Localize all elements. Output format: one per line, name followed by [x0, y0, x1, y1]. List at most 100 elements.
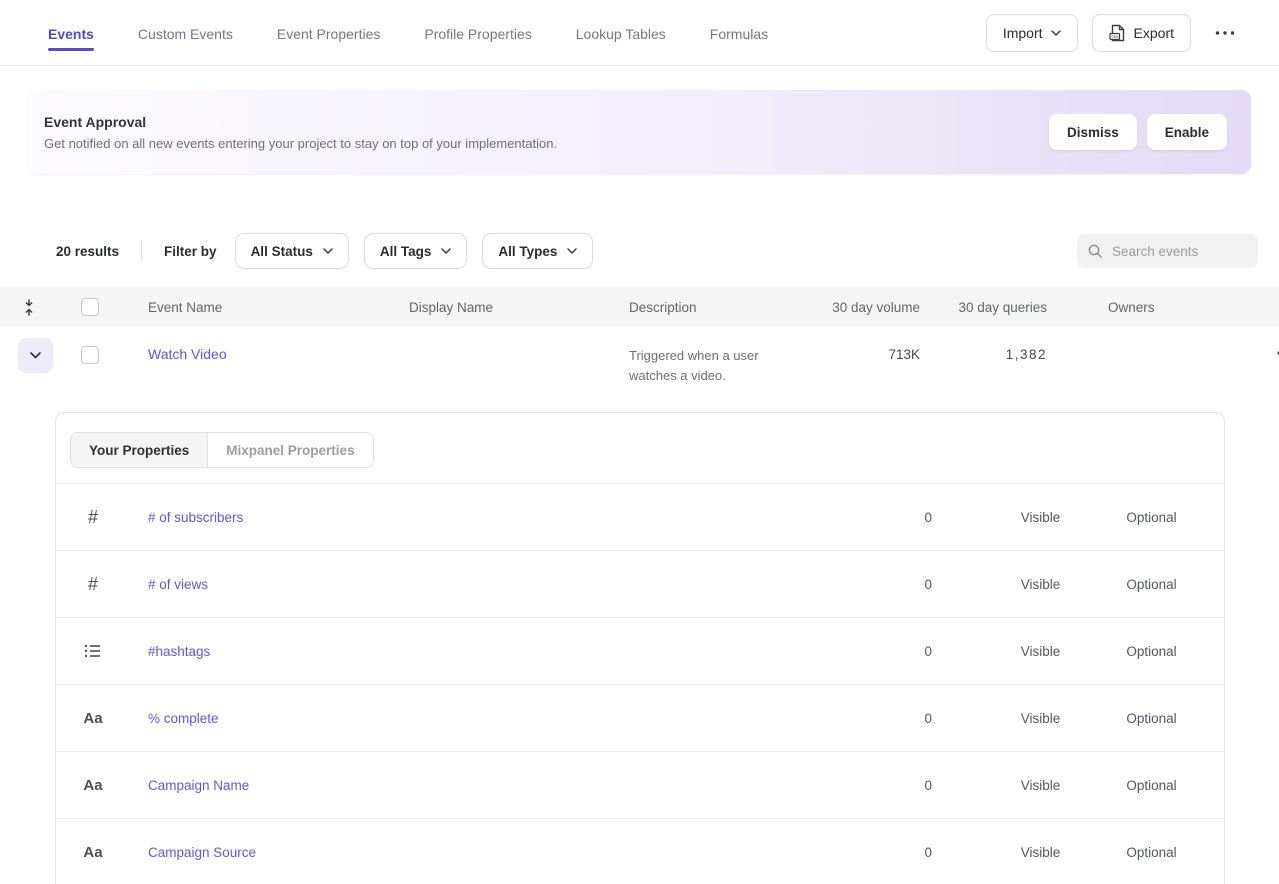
property-visibility: Visible: [932, 845, 1104, 860]
filter-dropdown-all-types[interactable]: All Types: [482, 233, 593, 269]
search-box: [1077, 234, 1258, 268]
row-checkbox[interactable]: [81, 346, 99, 364]
property-row: Aa Campaign Source 0 Visible Optional: [56, 819, 1224, 884]
filter-bar: 20 results Filter by All Status All Tags…: [0, 233, 1279, 269]
property-30-day-queries: 0: [852, 644, 932, 659]
property-30-day-queries: 0: [852, 577, 932, 592]
filter-by-label: Filter by: [164, 244, 217, 259]
results-count: 20 results: [56, 244, 119, 259]
column-display-name: Display Name: [409, 300, 629, 315]
property-requirement: Optional: [1104, 711, 1224, 726]
filter-dropdown-all-status[interactable]: All Status: [235, 233, 349, 269]
properties-tab-switcher: Your Properties Mixpanel Properties: [70, 432, 374, 468]
banner-actions: Dismiss Enable: [1049, 114, 1227, 150]
property-visibility: Visible: [932, 577, 1104, 592]
property-name-link[interactable]: # of subscribers: [148, 510, 852, 525]
event-properties-panel: Your Properties Mixpanel Properties # # …: [55, 412, 1225, 884]
number-type-icon: #: [82, 507, 104, 528]
text-type-icon: Aa: [82, 710, 104, 727]
banner-subtitle: Get notified on all new events entering …: [44, 136, 557, 151]
export-button-label: Export: [1134, 25, 1174, 41]
property-visibility: Visible: [932, 510, 1104, 525]
filter-dropdown-all-tags[interactable]: All Tags: [364, 233, 468, 269]
column-30-day-queries: 30 day queries: [920, 300, 1047, 315]
event-name-link[interactable]: Watch Video: [148, 338, 227, 362]
column-event-name: Event Name: [148, 300, 409, 315]
property-row: # # of views 0 Visible Optional: [56, 551, 1224, 618]
event-description: Triggered when a user watches a video.: [629, 338, 781, 386]
event-30-day-volume: 713K: [822, 338, 920, 362]
nav-tab-profile-properties[interactable]: Profile Properties: [424, 3, 531, 62]
property-row: # # of subscribers 0 Visible Optional: [56, 484, 1224, 551]
divider: [141, 240, 142, 262]
import-button[interactable]: Import: [986, 14, 1078, 52]
property-requirement: Optional: [1104, 577, 1224, 592]
nav-actions: Import csv Export: [986, 14, 1239, 52]
text-type-icon: Aa: [82, 777, 104, 794]
property-visibility: Visible: [932, 711, 1104, 726]
filter-dropdowns: All Status All Tags All Types: [235, 233, 594, 269]
property-visibility: Visible: [932, 644, 1104, 659]
events-table-header: Event Name Display Name Description 30 d…: [0, 287, 1279, 327]
property-row: #hashtags 0 Visible Optional: [56, 618, 1224, 685]
property-name-link[interactable]: #hashtags: [148, 644, 852, 659]
chevron-down-icon: [1051, 30, 1061, 36]
row-expander-button[interactable]: [18, 338, 53, 373]
search-input[interactable]: [1112, 244, 1242, 259]
number-type-icon: #: [82, 574, 104, 595]
panel-tab-mixpanel-properties[interactable]: Mixpanel Properties: [208, 433, 372, 467]
chevron-down-icon: [30, 352, 41, 359]
property-30-day-queries: 0: [852, 711, 932, 726]
ellipsis-icon: [1215, 31, 1235, 35]
banner-title: Event Approval: [44, 114, 557, 130]
nav-tab-event-properties[interactable]: Event Properties: [277, 3, 381, 62]
property-row: Aa Campaign Name 0 Visible Optional: [56, 752, 1224, 819]
property-requirement: Optional: [1104, 644, 1224, 659]
panel-tab-your-properties[interactable]: Your Properties: [71, 433, 208, 467]
property-requirement: Optional: [1104, 845, 1224, 860]
property-30-day-queries: 0: [852, 778, 932, 793]
lexicon-events-page: Events Custom Events Event Properties Pr…: [0, 0, 1279, 884]
nav-tab-events[interactable]: Events: [48, 3, 94, 62]
chevron-down-icon: [323, 248, 333, 254]
nav-tab-lookup-tables[interactable]: Lookup Tables: [576, 3, 666, 62]
properties-list: # # of subscribers 0 Visible Optional # …: [56, 484, 1224, 884]
chevron-down-icon: [441, 248, 451, 254]
collapse-all-button[interactable]: [18, 297, 40, 318]
list-type-icon: [82, 643, 104, 659]
svg-text:csv: csv: [1111, 34, 1119, 39]
property-row: Aa % complete 0 Visible Optional: [56, 685, 1224, 752]
properties-panel-header: Your Properties Mixpanel Properties: [56, 413, 1224, 484]
property-name-link[interactable]: Campaign Source: [148, 845, 852, 860]
select-all-checkbox[interactable]: [81, 298, 99, 316]
collapse-rows-icon: [22, 299, 36, 316]
column-30-day-volume: 30 day volume: [822, 300, 920, 315]
property-30-day-queries: 0: [852, 510, 932, 525]
column-description: Description: [629, 300, 822, 315]
csv-file-icon: csv: [1109, 24, 1126, 42]
property-30-day-queries: 0: [852, 845, 932, 860]
nav-tab-bar: Events Custom Events Event Properties Pr…: [48, 3, 768, 62]
property-name-link[interactable]: % complete: [148, 711, 852, 726]
nav-tab-custom-events[interactable]: Custom Events: [138, 3, 233, 62]
property-name-link[interactable]: Campaign Name: [148, 778, 852, 793]
property-visibility: Visible: [932, 778, 1104, 793]
top-nav: Events Custom Events Event Properties Pr…: [0, 0, 1279, 66]
banner-text: Event Approval Get notified on all new e…: [44, 114, 557, 151]
property-requirement: Optional: [1104, 510, 1224, 525]
event-row: Watch Video Triggered when a user watche…: [0, 327, 1279, 402]
property-name-link[interactable]: # of views: [148, 577, 852, 592]
property-requirement: Optional: [1104, 778, 1224, 793]
more-options-button[interactable]: [1211, 25, 1239, 41]
import-button-label: Import: [1003, 25, 1043, 41]
column-owners: Owners: [1047, 300, 1218, 315]
event-30-day-queries: 1,382: [920, 338, 1047, 362]
enable-button[interactable]: Enable: [1147, 114, 1227, 150]
nav-tab-formulas[interactable]: Formulas: [710, 3, 768, 62]
event-approval-banner: Event Approval Get notified on all new e…: [28, 90, 1251, 174]
search-icon: [1087, 243, 1103, 259]
text-type-icon: Aa: [82, 844, 104, 861]
row-more-options-button[interactable]: [1273, 347, 1279, 359]
dismiss-button[interactable]: Dismiss: [1049, 114, 1137, 150]
export-button[interactable]: csv Export: [1092, 14, 1191, 52]
